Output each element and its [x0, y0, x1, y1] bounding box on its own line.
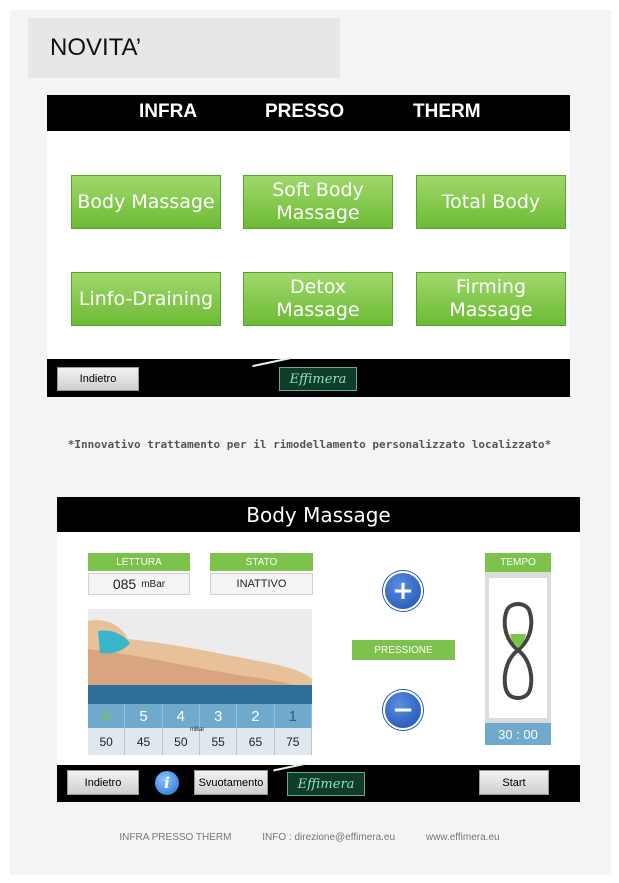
footer-brand: INFRA PRESSO THERM [119, 832, 232, 843]
effimera-logo: Effimera [279, 367, 357, 391]
caption-text: *Innovativo trattamento per il rimodella… [67, 438, 552, 451]
empty-button[interactable]: Svuotamento [194, 770, 268, 795]
program-soft-body-massage-button[interactable]: Soft Body Massage [243, 175, 393, 229]
pressure-increase-button[interactable]: + [383, 571, 423, 611]
program-firming-massage-button[interactable]: Firming Massage [416, 272, 566, 326]
zone-5-pressure: 45 [125, 728, 163, 755]
hourglass-icon [489, 578, 547, 718]
bottom-bar: Indietro Effimera [47, 356, 570, 397]
lettura-value: 085 [112, 576, 137, 592]
logo-swoosh [252, 356, 292, 368]
zone-6[interactable]: 6 [88, 704, 126, 728]
info-icon[interactable]: i [155, 771, 179, 795]
legs-illustration [88, 609, 312, 704]
lettura-unit: mBar [141, 578, 166, 590]
pressione-label: PRESSIONE [352, 640, 455, 660]
title-bar: NOVITA’ [28, 18, 340, 78]
zone-4[interactable]: 4 [162, 704, 200, 728]
start-button[interactable]: Start [479, 770, 549, 795]
stato-label: STATO [210, 553, 313, 571]
program-linfo-draining-button[interactable]: Linfo-Draining [71, 272, 221, 326]
zone-row: 6 5 4 3 2 1 [88, 704, 312, 728]
zone-2-pressure: 65 [237, 728, 275, 755]
tempo-label: TEMPO [485, 553, 551, 572]
program-total-body-button[interactable]: Total Body [416, 175, 566, 229]
footer-info: INFO : direzione@effimera.eu [262, 832, 396, 843]
back-button[interactable]: Indietro [57, 367, 139, 391]
program-selection-screen: INFRA PRESSO THERM Body Massage Soft Bod… [47, 95, 570, 397]
lettura-value-box: 085 mBar [88, 573, 190, 595]
timer-value: 30 : 00 [485, 723, 551, 745]
timer-panel: TEMPO 30 : 00 [485, 553, 551, 745]
screen-header: Body Massage [57, 497, 580, 532]
lettura-label: LETTURA [88, 553, 190, 571]
minus-icon: − [392, 695, 414, 725]
zone-1[interactable]: 1 [274, 704, 312, 728]
page-title: NOVITA’ [50, 34, 142, 61]
body-massage-screen: Body Massage LETTURA 085 mBar STATO INAT… [57, 497, 580, 802]
program-detox-massage-button[interactable]: Detox Massage [243, 272, 393, 326]
zone-2[interactable]: 2 [237, 704, 275, 728]
footer-site: www.effimera.eu [425, 832, 500, 843]
back-button[interactable]: Indietro [67, 770, 139, 795]
effimera-logo: Effimera [287, 772, 365, 796]
program-body-massage-button[interactable]: Body Massage [71, 175, 221, 229]
plus-icon: + [392, 576, 414, 606]
bottom-bar: Indietro i Svuotamento Effimera Start [57, 762, 580, 802]
tab-bar: INFRA PRESSO THERM [47, 95, 570, 131]
stato-value: INATTIVO [210, 573, 313, 595]
tab-infra[interactable]: INFRA [139, 101, 197, 123]
body-illustration: 6 5 4 3 2 1 50 45 50 55 65 75 mBar [88, 609, 312, 755]
zone-6-pressure: 50 [88, 728, 126, 755]
pressure-decrease-button[interactable]: − [383, 690, 423, 730]
logo-swoosh [273, 762, 307, 772]
screen-title: Body Massage [246, 503, 391, 527]
tab-therm[interactable]: THERM [413, 101, 481, 123]
pressure-unit-label: mBar [190, 727, 205, 733]
zone-5[interactable]: 5 [125, 704, 163, 728]
zone-1-pressure: 75 [275, 728, 312, 755]
zone-3[interactable]: 3 [199, 704, 238, 728]
tab-presso[interactable]: PRESSO [265, 101, 344, 123]
footer: INFRA PRESSO THERM INFO : direzione@effi… [0, 832, 619, 843]
zone-3-pressure: 55 [200, 728, 238, 755]
